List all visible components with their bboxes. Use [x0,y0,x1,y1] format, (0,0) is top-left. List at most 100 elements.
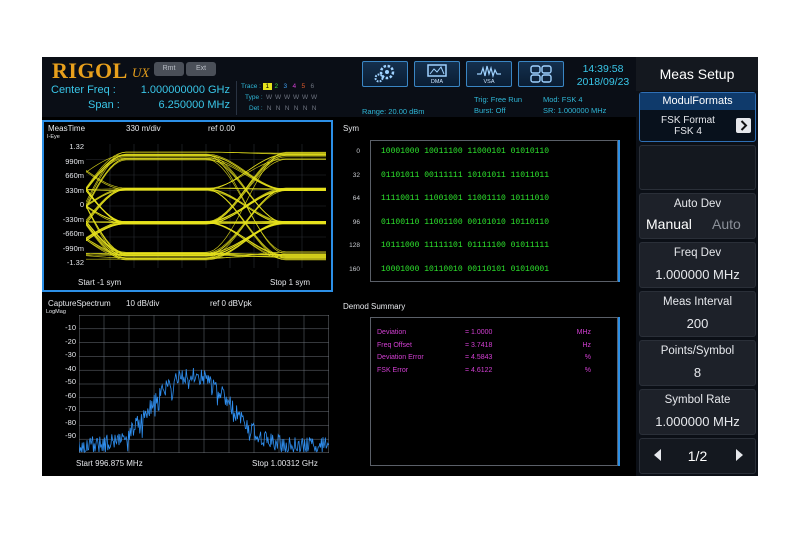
sym-row-index: 0 [356,148,360,155]
submenu-arrow-icon [736,118,751,133]
spectrum-stop-label: Stop 1.00312 GHz [252,459,318,468]
range-readout: Range: 20.00 dBm [362,107,425,116]
sym-scrollbar[interactable] [618,140,620,282]
center-freq-label: Center Freq : [51,84,116,96]
eye-diagram-plot [86,144,326,268]
spectrum-y-tick: -30 [65,350,76,359]
ext-button[interactable]: Ext [186,62,216,76]
status-header: RIGOL UX Rmt Ext Center Freq : 1.0000000… [42,57,636,117]
demod-row-name: Freq Offset [377,341,412,349]
points-symbol-softkey[interactable]: Points/Symbol 8 [639,340,756,386]
clock-date: 2018/09/23 [576,76,630,88]
auto-dev-title: Auto Dev [673,198,722,210]
page-nav-softkey[interactable]: 1/2 [639,438,756,474]
points-symbol-title: Points/Symbol [660,345,735,357]
fsk-format-label: FSK Format [661,115,715,126]
modul-formats-softkey[interactable]: ModulFormats FSK Format FSK 4 [639,92,756,142]
spectrum-corner-label: LogMag [46,309,66,315]
trace-1[interactable]: 1 [262,83,272,90]
empty-softkey-1[interactable] [639,145,756,190]
meas-interval-softkey[interactable]: Meas Interval 200 [639,291,756,337]
sym-row-bits: 10001000 10011100 11000101 01010110 [381,147,550,156]
eye-y-tick: 1.32 [69,142,84,151]
trace-3[interactable]: 3 [281,83,290,90]
capture-spectrum-panel[interactable]: CaptureSpectrum 10 dB/div ref 0 dBVpk Lo… [42,295,333,476]
eye-start-label: Start -1 sym [78,278,122,287]
spectrum-y-tick: -90 [65,431,76,440]
symbol-table-panel[interactable]: Sym 0 10001000 10011100 11000101 01010110… [335,120,635,292]
center-freq-value[interactable]: 1.000000000 GHz [130,84,230,96]
sym-row-index: 128 [349,242,360,249]
eye-diagram-panel[interactable]: MeasTime 330 m/div ref 0.00 I-Eye Start … [42,120,333,292]
meas-interval-value: 200 [686,316,709,331]
fsk-format-value: FSK 4 [674,126,702,137]
eye-scale: 330 m/div [126,124,161,133]
trig-readout: Trig: Free Run [474,95,523,104]
softkey-panel: Meas Setup ModulFormats FSK Format FSK 4… [636,57,758,476]
span-label: Span : [88,99,120,111]
demod-row-name: Deviation Error [377,354,424,361]
auto-dev-auto-option[interactable]: Auto [712,216,741,232]
spectrum-y-tick: -70 [65,404,76,413]
spectrum-ref: ref 0 dBVpk [210,299,252,308]
sr-readout: SR: 1.000000 MHz [543,106,607,115]
symbol-rate-title: Symbol Rate [664,394,731,406]
modul-formats-title: ModulFormats [640,93,755,110]
span-value[interactable]: 6.250000 MHz [130,99,230,111]
eye-y-tick: 330m [65,185,84,195]
demod-row-name: Deviation [377,329,407,336]
demod-scrollbar[interactable] [618,317,620,466]
spectrum-y-tick: -20 [65,336,76,346]
dma-label: DMA [430,79,444,85]
spectrum-scale: 10 dB/div [126,299,160,308]
trace-2[interactable]: 2 [272,83,281,90]
waveform-icon [477,65,501,79]
spectrum-y-tick: -50 [65,377,76,386]
demod-row-value: = 4.5843 [465,354,493,361]
dma-mode-button[interactable]: DMA [414,61,460,87]
spectrum-y-tick: -40 [65,363,76,373]
eye-corner-label: I-Eye [47,134,60,140]
sym-row-bits: 11110011 11001001 11001110 10111010 [381,194,550,203]
menu-title: Meas Setup [636,57,758,91]
demod-row-value: = 4.6122 [465,366,493,374]
layout-mode-button[interactable] [518,61,564,87]
sym-table-frame [370,140,618,282]
demod-row-unit: MHz [576,329,591,336]
freq-dev-value: 1.000000 MHz [655,267,740,282]
eye-y-tick: 990m [65,156,84,166]
clock-time: 14:39:58 [582,63,624,75]
settings-mode-button[interactable] [362,61,408,87]
trace-5[interactable]: 5 [299,83,308,90]
mod-readout: Mod: FSK 4 [543,95,583,104]
sym-row-bits: 10001000 10110010 00110101 01010001 [381,264,550,274]
grid-layout-icon [530,65,552,83]
eye-y-tick: -330m [62,214,84,224]
sym-row-index: 160 [349,265,360,273]
eye-stop-label: Stop 1 sym [270,278,311,287]
freq-dev-softkey[interactable]: Freq Dev 1.000000 MHz [639,242,756,288]
auto-dev-manual-option[interactable]: Manual [646,216,692,232]
trace-4[interactable]: 4 [290,83,299,90]
trace-row: Trace : 123456 [241,83,317,90]
burst-readout: Burst: Off [474,106,506,115]
demod-frame [370,317,618,466]
next-page-icon[interactable] [736,449,743,461]
spectrum-title: CaptureSpectrum [48,299,111,308]
symbol-rate-value: 1.000000 MHz [655,414,740,429]
sym-row-index: 64 [352,195,360,202]
demod-row-unit: % [584,366,591,374]
sym-row-bits: 10111000 11111101 01111100 01011111 [381,241,550,250]
freq-dev-title: Freq Dev [673,247,722,259]
demod-row-unit: % [584,354,591,361]
rmt-button[interactable]: Rmt [154,62,184,76]
trace-6[interactable]: 6 [308,83,317,90]
auto-dev-softkey[interactable]: Auto Dev Manual Auto [639,193,756,239]
symbol-rate-softkey[interactable]: Symbol Rate 1.000000 MHz [639,389,756,435]
demod-row-unit: Hz [582,341,591,349]
sym-row-index: 32 [352,171,360,179]
demod-summary-panel[interactable]: Demod Summary Deviation = 1.0000 MHz Freq O… [335,295,635,476]
spectrum-y-tick: -80 [65,417,76,427]
vsa-mode-button[interactable]: VSA [466,61,512,87]
spectrum-plot [79,315,329,453]
